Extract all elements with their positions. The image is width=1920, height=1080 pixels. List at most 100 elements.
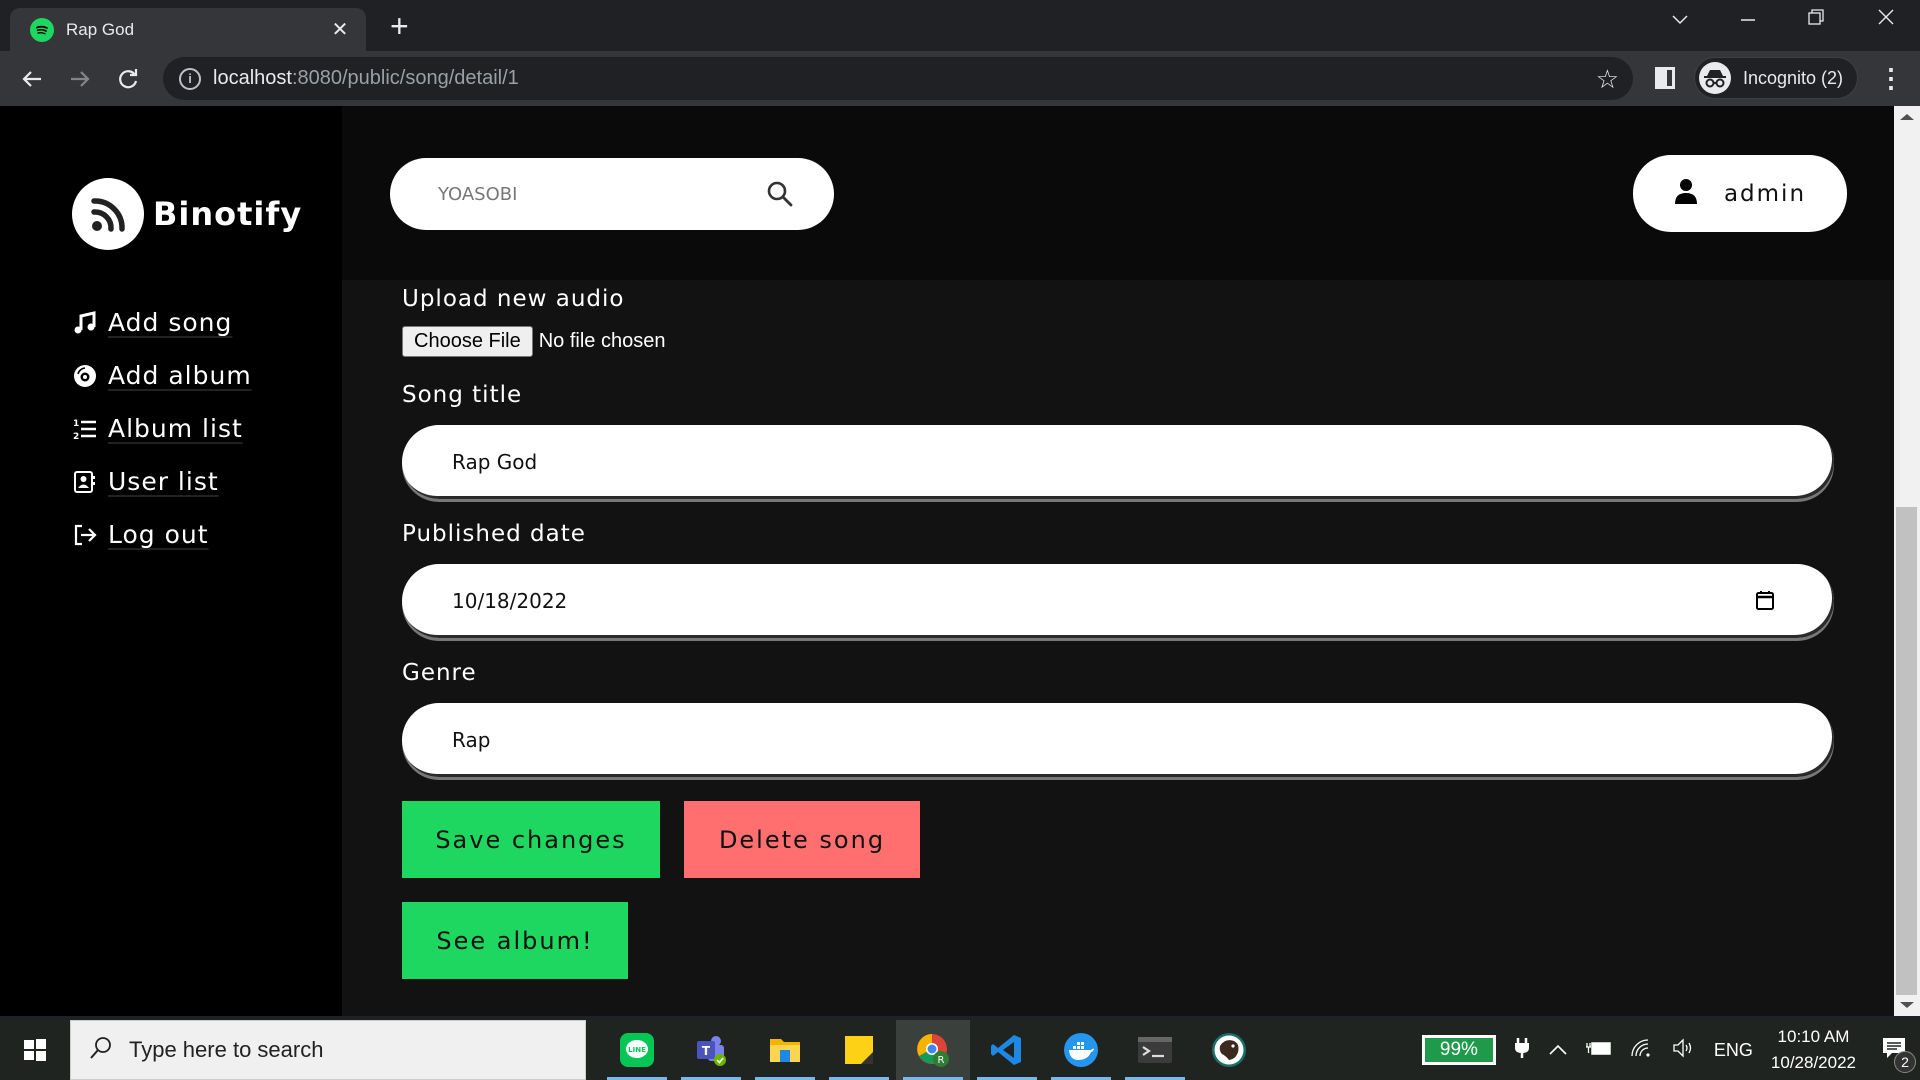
genre-input[interactable]: [452, 728, 1784, 752]
upload-audio-label: Upload new audio: [402, 286, 625, 312]
forward-icon[interactable]: [62, 61, 98, 97]
spotify-favicon-icon: [30, 17, 54, 42]
info-icon[interactable]: i: [179, 67, 201, 90]
sidebar-nav: Add song Add album 1 2 Album list User li…: [70, 296, 252, 561]
battery-charging-icon[interactable]: [1585, 1040, 1612, 1061]
sidebar-item-label: User list: [108, 467, 219, 496]
published-date-field: [402, 564, 1834, 638]
search-icon: [89, 1036, 113, 1065]
browser-tab-bar: Rap God ✕ +: [0, 0, 1920, 51]
search-bar: [390, 158, 834, 230]
song-title-label: Song title: [402, 382, 523, 408]
tab-title: Rap God: [66, 19, 135, 39]
brand[interactable]: Binotify: [72, 178, 302, 250]
taskbar-search-box[interactable]: Type here to search: [70, 1020, 586, 1080]
see-album-button[interactable]: See album!: [402, 902, 628, 979]
taskbar-app-terminal-icon[interactable]: [1118, 1020, 1192, 1080]
taskbar-app-line-icon[interactable]: LINE: [600, 1020, 674, 1080]
svg-text:1: 1: [73, 419, 79, 429]
sidebar-item-label: Album list: [108, 414, 243, 443]
taskbar-app-vscode-icon[interactable]: [970, 1020, 1044, 1080]
tab-search-chevron-down-icon[interactable]: [1660, 8, 1700, 31]
sidebar-item-add-song[interactable]: Add song: [70, 296, 252, 349]
logout-icon: [70, 520, 100, 550]
taskbar-app-dbeaver-icon[interactable]: [1192, 1020, 1266, 1080]
delete-song-button[interactable]: Delete song: [684, 801, 920, 878]
incognito-profile-button[interactable]: Incognito (2): [1694, 57, 1858, 99]
user-menu-button[interactable]: admin: [1633, 155, 1847, 232]
username-label: admin: [1723, 180, 1807, 207]
taskbar-search-placeholder: Type here to search: [129, 1037, 324, 1062]
taskbar-app-teams-icon[interactable]: T: [674, 1020, 748, 1080]
sidebar-item-add-album[interactable]: Add album: [70, 349, 252, 402]
taskbar-app-sticky-notes-icon[interactable]: [822, 1020, 896, 1080]
sidebar-item-user-list[interactable]: User list: [70, 455, 252, 508]
taskbar-app-file-explorer-icon[interactable]: [748, 1020, 822, 1080]
notification-count-badge: 2: [1894, 1050, 1916, 1073]
published-date-label: Published date: [402, 521, 586, 547]
choose-file-button[interactable]: Choose File: [402, 326, 533, 357]
new-tab-button[interactable]: +: [390, 10, 409, 42]
scroll-up-arrow-icon[interactable]: [1900, 114, 1914, 120]
page-viewport: Binotify Add song Add album 1 2 Album lis…: [0, 106, 1920, 1016]
genre-field: [402, 703, 1834, 777]
published-date-input[interactable]: [452, 589, 1784, 613]
address-bar[interactable]: i localhost :8080/public/song/detail/1 ☆: [163, 57, 1633, 100]
taskbar-app-chrome-icon[interactable]: R: [896, 1020, 970, 1080]
disc-icon: [70, 361, 100, 391]
search-icon[interactable]: [766, 180, 794, 208]
battery-indicator[interactable]: 99%: [1421, 1035, 1496, 1065]
restore-icon[interactable]: [1796, 8, 1836, 31]
scroll-down-arrow-icon[interactable]: [1900, 1002, 1914, 1008]
sidebar-item-label: Add album: [108, 361, 252, 390]
show-hidden-icons-chevron-up-icon[interactable]: [1548, 1040, 1568, 1061]
browser-tab[interactable]: Rap God ✕: [10, 8, 366, 51]
volume-icon[interactable]: [1672, 1037, 1696, 1063]
windows-taskbar: Type here to search LINE T R 99% ENG 10:…: [0, 1020, 1920, 1080]
url-path: :8080/public/song/detail/1: [291, 67, 519, 89]
calendar-icon[interactable]: [1756, 590, 1774, 615]
svg-text:2: 2: [73, 432, 79, 441]
sidebar-item-label: Add song: [108, 308, 233, 337]
svg-text:R: R: [938, 1055, 945, 1066]
close-tab-icon[interactable]: ✕: [328, 17, 352, 42]
sidebar-item-album-list[interactable]: 1 2 Album list: [70, 402, 252, 455]
kebab-menu-icon[interactable]: ⋮: [1878, 63, 1904, 93]
back-icon[interactable]: [14, 61, 50, 97]
genre-label: Genre: [402, 660, 477, 686]
file-status: No file chosen: [538, 330, 666, 352]
brand-name: Binotify: [153, 195, 303, 233]
app-header: admin: [342, 106, 1894, 280]
reload-icon[interactable]: [110, 61, 146, 97]
search-input[interactable]: [438, 183, 766, 205]
scrollbar-thumb[interactable]: [1896, 507, 1917, 995]
contact-card-icon: [70, 467, 100, 497]
incognito-icon: [1699, 62, 1731, 94]
sidebar: Binotify Add song Add album 1 2 Album lis…: [0, 106, 342, 1016]
action-center-button[interactable]: 2: [1882, 1036, 1916, 1073]
close-window-icon[interactable]: [1866, 8, 1906, 31]
song-title-field: [402, 425, 1834, 499]
sidebar-item-label: Log out: [108, 520, 209, 549]
minimize-icon[interactable]: [1728, 8, 1768, 31]
page-scrollbar[interactable]: [1894, 106, 1920, 1016]
url-host: localhost: [213, 67, 292, 89]
taskbar-app-docker-icon[interactable]: [1044, 1020, 1118, 1080]
power-plug-icon[interactable]: [1514, 1037, 1530, 1064]
language-indicator[interactable]: ENG: [1714, 1040, 1753, 1061]
incognito-label: Incognito (2): [1743, 67, 1844, 88]
form-actions: Save changes Delete song: [402, 801, 1834, 878]
clock-time: 10:10 AM: [1777, 1027, 1850, 1046]
sidebar-item-log-out[interactable]: Log out: [70, 508, 252, 561]
save-changes-button[interactable]: Save changes: [402, 801, 660, 878]
side-panel-icon[interactable]: [1655, 67, 1675, 89]
song-title-input[interactable]: [452, 450, 1784, 474]
wifi-icon[interactable]: [1630, 1038, 1654, 1063]
music-note-icon: [70, 308, 100, 338]
svg-text:T: T: [702, 1044, 711, 1058]
taskbar-clock[interactable]: 10:10 AM 10/28/2022: [1771, 1024, 1856, 1076]
windows-start-icon[interactable]: [0, 1020, 70, 1080]
browser-toolbar: i localhost :8080/public/song/detail/1 ☆…: [0, 51, 1920, 106]
file-input: Choose File No file chosen: [402, 326, 1834, 357]
bookmark-star-icon[interactable]: ☆: [1596, 64, 1619, 95]
